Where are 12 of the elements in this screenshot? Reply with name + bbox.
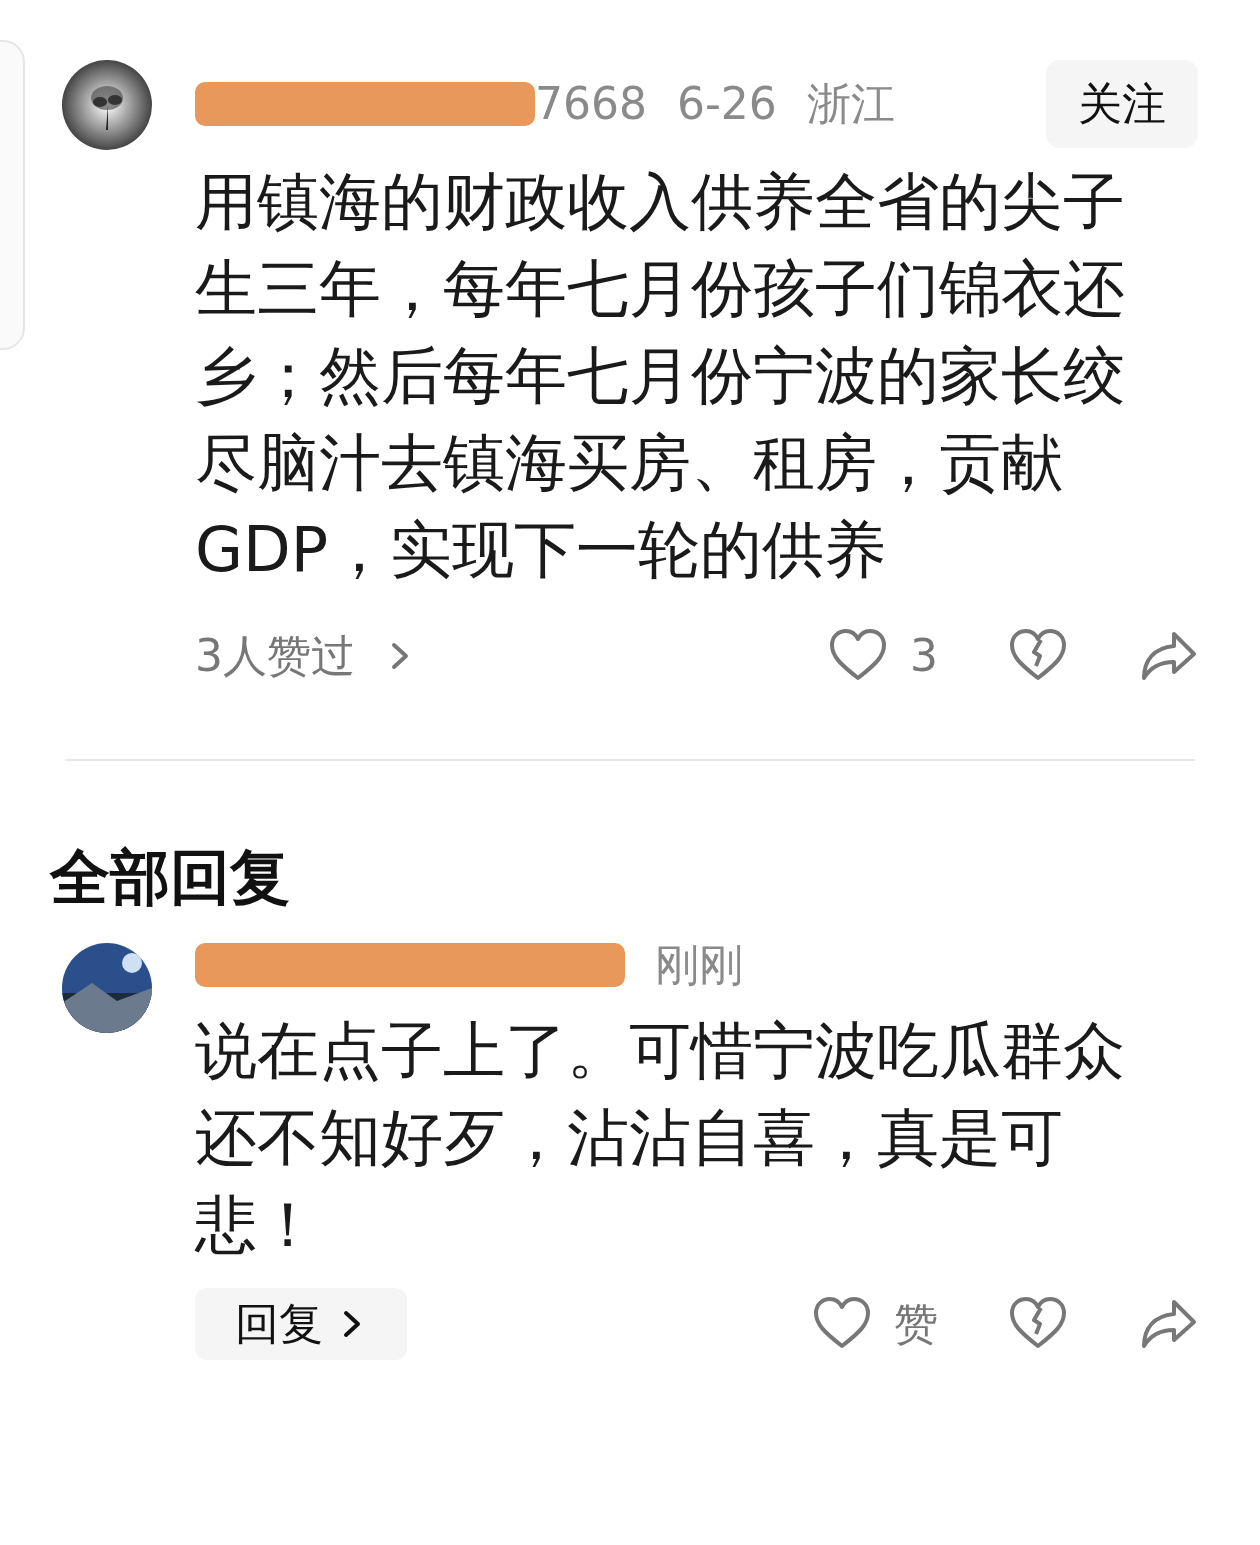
reply-button[interactable]: 回复 (195, 1288, 407, 1360)
username: 7668 (535, 82, 647, 126)
follow-button[interactable]: 关注 (1046, 60, 1198, 148)
date: 6-26 (677, 82, 777, 126)
section-heading: 全部回复 (50, 841, 291, 913)
like-label: 赞 (894, 1297, 938, 1351)
like-count: 3 (910, 629, 938, 683)
time: 刚刚 (655, 943, 743, 987)
likers-link[interactable]: 3人赞过 (195, 623, 415, 689)
location: 浙江 (806, 82, 895, 126)
comment-text: 用镇海的财政收入供养全省的尖子生三年，每年七月份孩子们锦衣还乡；然后每年七月份宁波的家长绞尽脑汁去镇海买房、租房，贡献GDP，实现下一轮的供养 (195, 164, 1126, 588)
reply-text: 说在点子上了。可惜宁波吃瓜群众还不知好歹，沾沾自喜，真是可悲！ (195, 1013, 1126, 1263)
